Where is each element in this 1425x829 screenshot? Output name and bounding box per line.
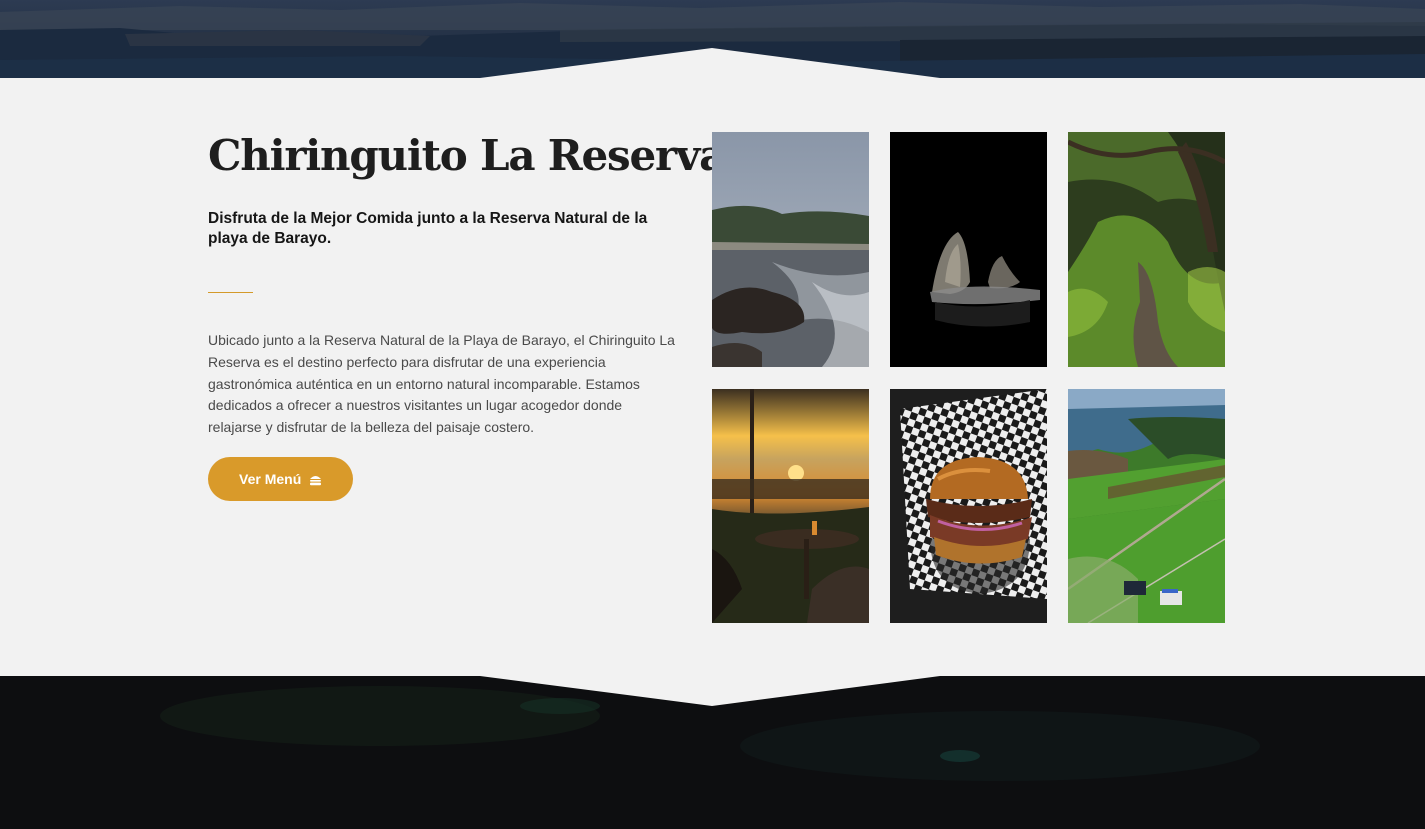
ver-menu-button[interactable]: Ver Menú — [208, 456, 354, 501]
hero-landscape-banner — [0, 0, 1425, 78]
sunset-terrace-photo[interactable] — [712, 389, 869, 623]
description-text: Ubicado junto a la Reserva Natural de la… — [208, 332, 675, 436]
intro-section: Chiringuito La Reserva Disfruta de la Me… — [208, 128, 726, 501]
photo-gallery — [712, 132, 1225, 623]
page: Chiringuito La Reserva Disfruta de la Me… — [0, 0, 1425, 829]
subtitle: Disfruta de la Mejor Comida junto a la R… — [208, 210, 648, 247]
accent-divider — [208, 292, 253, 293]
ver-menu-label: Ver Menú — [239, 470, 302, 487]
dark-footer-section — [0, 676, 1425, 829]
burger-icon — [309, 473, 322, 486]
forest-path-photo[interactable] — [1068, 132, 1225, 367]
page-title: Chiringuito La Reserva — [208, 131, 726, 180]
dark-cave-photo[interactable] — [890, 132, 1047, 367]
pulled-pork-burger-photo[interactable] — [890, 389, 1047, 623]
aerial-coast-fields-photo[interactable] — [1068, 389, 1225, 623]
beach-rocks-photo[interactable] — [712, 132, 869, 367]
